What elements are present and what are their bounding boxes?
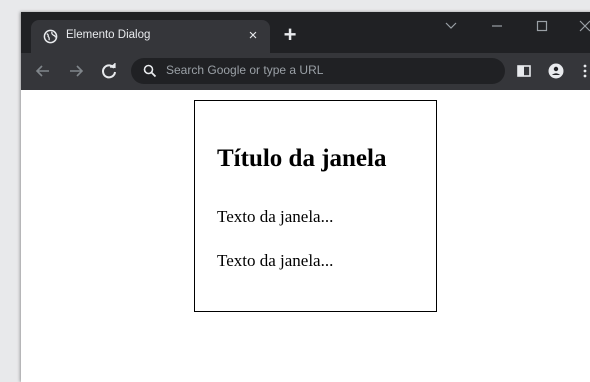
dialog-title: Título da janela xyxy=(217,145,387,172)
page-content: Título da janela Texto da janela... Text… xyxy=(21,90,590,382)
new-tab-button[interactable]: + xyxy=(279,24,301,47)
dialog-paragraph: Texto da janela... xyxy=(217,207,334,226)
profile-icon[interactable] xyxy=(548,63,564,79)
address-bar-placeholder: Search Google or type a URL xyxy=(166,63,324,77)
browser-toolbar: Search Google or type a URL xyxy=(21,53,590,90)
search-icon xyxy=(143,64,157,78)
minimize-icon[interactable] xyxy=(491,24,503,28)
tab-title: Elemento Dialog xyxy=(66,29,151,41)
kebab-menu-icon[interactable] xyxy=(577,63,590,79)
back-arrow-icon[interactable] xyxy=(33,61,53,81)
tab-close-icon[interactable]: × xyxy=(244,27,262,45)
browser-window: Elemento Dialog × + Search Google or typ… xyxy=(21,12,590,382)
dialog-paragraph: Texto da janela... xyxy=(217,251,334,270)
reload-icon[interactable] xyxy=(99,61,119,81)
side-panel-icon[interactable] xyxy=(516,63,532,79)
address-bar[interactable]: Search Google or type a URL xyxy=(131,58,505,84)
close-window-icon[interactable] xyxy=(579,20,590,32)
forward-arrow-icon[interactable] xyxy=(66,61,86,81)
tab-search-chevron-icon[interactable] xyxy=(445,22,457,30)
title-bar: Elemento Dialog × + xyxy=(21,12,590,53)
globe-icon xyxy=(43,29,58,44)
maximize-icon[interactable] xyxy=(536,20,548,32)
browser-tab[interactable]: Elemento Dialog × xyxy=(31,20,270,53)
dialog-box: Título da janela Texto da janela... Text… xyxy=(194,100,437,312)
